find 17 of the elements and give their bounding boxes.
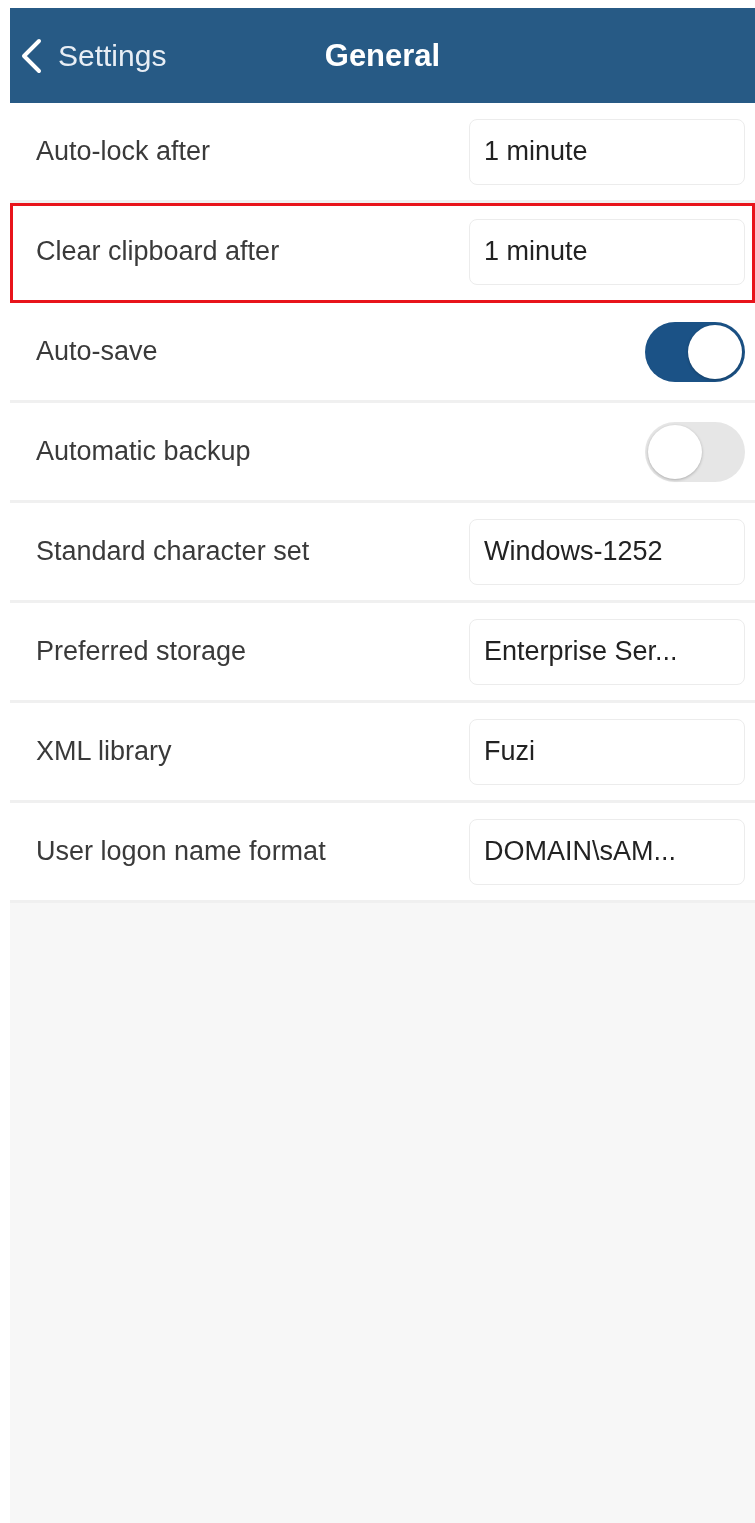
value-field[interactable]: DOMAIN\sAM... [469, 818, 745, 885]
value-field[interactable]: 1 minute [469, 118, 745, 185]
setting-label: Clear clipboard after [36, 236, 280, 267]
back-button[interactable]: Settings [10, 36, 173, 75]
setting-label: Standard character set [36, 536, 310, 567]
chevron-left-icon [20, 37, 42, 74]
setting-label: User logon name format [36, 836, 326, 867]
value-field[interactable]: Fuzi [469, 718, 745, 785]
setting-label: Automatic backup [36, 436, 251, 467]
page-title: General [324, 37, 441, 74]
value-field[interactable]: 1 minute [469, 218, 745, 285]
value-field[interactable]: Windows-1252 [469, 518, 745, 585]
setting-label: Preferred storage [36, 636, 247, 667]
setting-label: Auto-save [36, 336, 158, 367]
setting-label: XML library [36, 736, 172, 767]
setting-label: Auto-lock after [36, 136, 211, 167]
value-field[interactable]: Enterprise Ser... [469, 618, 745, 685]
